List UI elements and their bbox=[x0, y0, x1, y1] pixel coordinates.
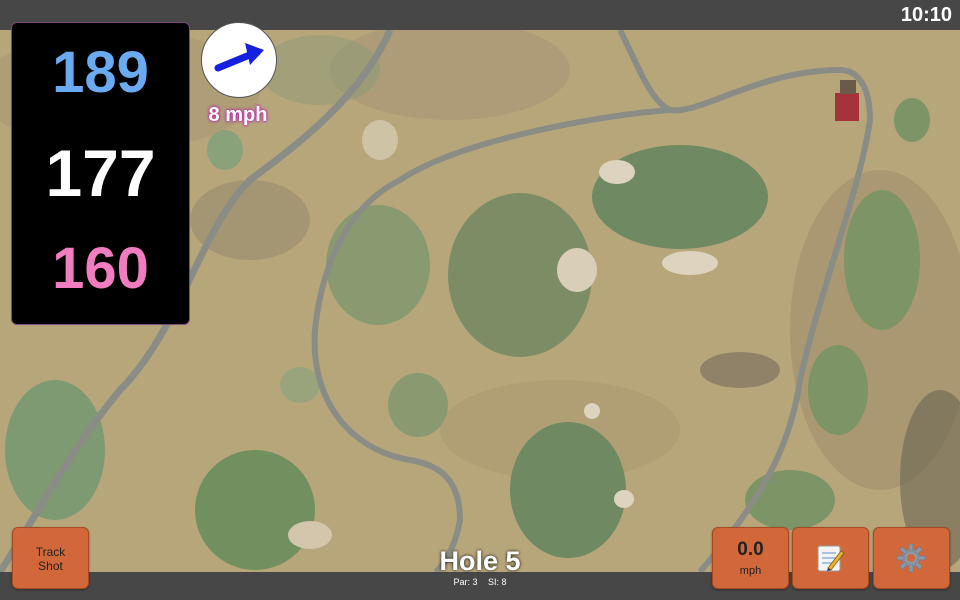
hole-stroke-index: SI: 8 bbox=[488, 577, 507, 587]
speed-value: 0.0 bbox=[737, 539, 764, 560]
gear-icon bbox=[896, 543, 926, 573]
yardage-panel: 189 177 160 bbox=[11, 22, 190, 325]
speed-unit: mph bbox=[739, 565, 762, 577]
arrow-right-up-icon bbox=[214, 43, 264, 72]
back-yardage: 189 bbox=[52, 40, 149, 105]
front-yardage: 160 bbox=[52, 236, 149, 301]
notepad-icon bbox=[817, 545, 845, 572]
wind-speed-label: 8 mph bbox=[208, 104, 268, 126]
middle-yardage: 177 bbox=[45, 136, 156, 210]
notes-button[interactable] bbox=[792, 527, 869, 589]
wind-direction-indicator bbox=[201, 22, 277, 98]
hole-info: Par: 3 SI: 8 bbox=[380, 577, 580, 587]
track-shot-button[interactable]: Track Shot bbox=[12, 527, 89, 589]
hole-par: Par: 3 bbox=[453, 577, 478, 587]
speed-button[interactable]: 0.0 mph bbox=[712, 527, 789, 589]
hole-title: Hole 5 bbox=[439, 546, 521, 576]
settings-button[interactable] bbox=[873, 527, 950, 589]
track-shot-label: Track Shot bbox=[35, 545, 66, 573]
clock: 10:10 bbox=[900, 4, 952, 26]
